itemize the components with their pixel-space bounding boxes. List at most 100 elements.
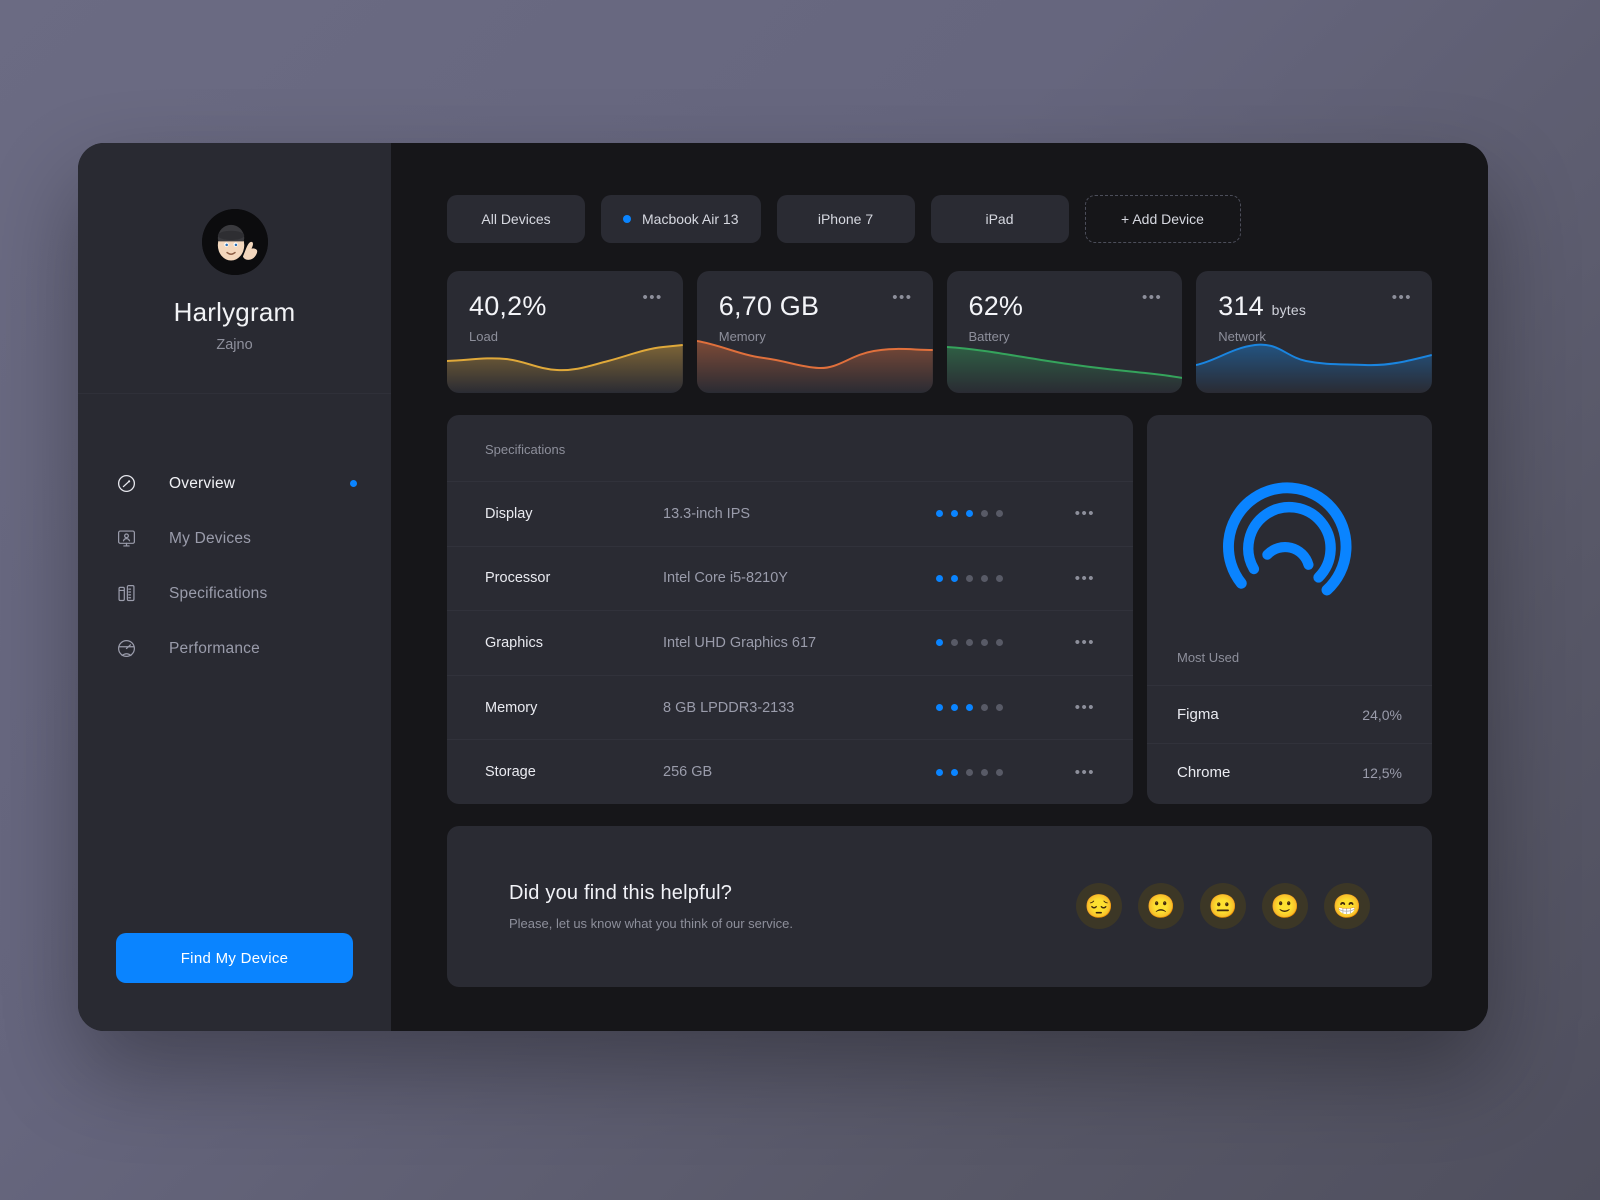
stat-label: Network [1218, 329, 1266, 344]
monitor-user-icon [116, 528, 137, 549]
add-device-button[interactable]: + Add Device [1084, 195, 1241, 243]
feedback-text: Did you find this helpful? Please, let u… [509, 882, 1076, 931]
middle-row: Specifications Display 13.3-inch IPS •••… [447, 415, 1432, 804]
app-name: Figma [1177, 706, 1219, 723]
beaming-face-icon[interactable]: 😁 [1324, 883, 1370, 930]
sidebar-item-label: Performance [169, 639, 260, 657]
spec-value: Intel UHD Graphics 617 [663, 634, 817, 651]
stat-cards: 40,2% Load ••• 6,70 GB Memory ••• 62% Ba… [447, 271, 1432, 393]
feedback-card: Did you find this helpful? Please, let u… [447, 825, 1432, 987]
card-menu-icon[interactable]: ••• [1142, 290, 1162, 305]
profile-block: Harlygram Zajno [78, 143, 391, 394]
avatar [201, 209, 268, 275]
stat-value: 6,70 GB [718, 291, 820, 321]
spec-name: Graphics [485, 634, 544, 651]
tab-ipad[interactable]: iPad [930, 195, 1069, 243]
rating-dots [935, 574, 1003, 582]
main-content: All Devices Macbook Air 13 iPhone 7 iPad… [391, 143, 1488, 1031]
app-percent: 24,0% [1362, 706, 1402, 723]
specifications-card: Specifications Display 13.3-inch IPS •••… [447, 415, 1133, 804]
tab-label: All Devices [481, 211, 551, 227]
stat-label: Load [469, 329, 498, 344]
tab-label: iPad [985, 211, 1014, 227]
row-menu-icon[interactable]: ••• [1075, 765, 1095, 780]
rating-dots [935, 639, 1003, 647]
tab-all-devices[interactable]: All Devices [447, 195, 585, 243]
card-menu-icon[interactable]: ••• [892, 290, 912, 305]
sidebar-item-performance[interactable]: Performance [78, 621, 391, 676]
spec-name: Processor [485, 570, 551, 587]
sidebar-item-label: My Devices [169, 529, 252, 547]
device-tabs: All Devices Macbook Air 13 iPhone 7 iPad… [447, 195, 1432, 243]
spec-value: Intel Core i5-8210Y [663, 570, 788, 587]
spec-name: Storage [485, 764, 536, 781]
stat-card-load: 40,2% Load ••• [447, 271, 683, 393]
stat-label: Memory [718, 329, 766, 344]
table-row[interactable]: Processor Intel Core i5-8210Y ••• [447, 545, 1133, 611]
feedback-subtitle: Please, let us know what you think of ou… [509, 915, 793, 931]
sidebar-item-label: Specifications [169, 584, 268, 602]
tab-macbook-air-13[interactable]: Macbook Air 13 [601, 195, 761, 243]
performance-icon [116, 638, 137, 659]
profile-org: Zajno [216, 337, 253, 353]
sidebar-nav: Overview My Devices Specifications Perfo… [78, 394, 391, 933]
tab-label: Macbook Air 13 [642, 211, 739, 227]
tab-label: iPhone 7 [817, 211, 874, 227]
list-item[interactable]: Figma 24,0% [1147, 685, 1432, 743]
find-my-device-button[interactable]: Find My Device [116, 933, 353, 983]
app-percent: 12,5% [1362, 764, 1402, 781]
app-window: Harlygram Zajno Overview My Devices Spec… [78, 143, 1488, 1031]
stat-number: 314 [1218, 291, 1264, 321]
sidebar-item-overview[interactable]: Overview [78, 456, 391, 511]
app-name: Chrome [1177, 764, 1231, 781]
row-menu-icon[interactable]: ••• [1075, 635, 1095, 650]
stat-value: 62% [968, 291, 1024, 321]
active-tab-dot [623, 215, 631, 223]
rating-dots [935, 704, 1003, 712]
row-menu-icon[interactable]: ••• [1075, 571, 1095, 586]
profile-name: Harlygram [173, 297, 296, 327]
stat-card-battery: 62% Battery ••• [946, 271, 1183, 393]
stat-card-memory: 6,70 GB Memory ••• [696, 271, 933, 393]
feedback-rating-buttons: 😔 🙁 😐 🙂 😁 [1076, 883, 1370, 930]
spec-bars-icon [116, 583, 137, 604]
pensive-face-icon[interactable]: 😔 [1076, 883, 1122, 930]
sidebar-footer: Find My Device [78, 933, 391, 1031]
specifications-title: Specifications [485, 442, 566, 457]
stat-card-network: 314 bytes Network ••• [1196, 271, 1432, 393]
list-item[interactable]: Chrome 12,5% [1147, 743, 1432, 801]
rating-dots [935, 510, 1003, 518]
spec-name: Memory [485, 699, 538, 716]
active-indicator-dot [350, 480, 357, 487]
table-row[interactable]: Graphics Intel UHD Graphics 617 ••• [447, 610, 1133, 675]
card-menu-icon[interactable]: ••• [642, 290, 662, 305]
row-menu-icon[interactable]: ••• [1075, 700, 1095, 715]
radial-arcs-gauge-icon [1147, 445, 1432, 650]
spec-value: 8 GB LPDDR3-2133 [663, 699, 795, 716]
row-menu-icon[interactable]: ••• [1075, 506, 1095, 521]
most-used-title: Most Used [1177, 650, 1240, 665]
sidebar-item-specifications[interactable]: Specifications [78, 566, 391, 621]
table-row[interactable]: Display 13.3-inch IPS ••• [447, 481, 1133, 546]
neutral-face-icon[interactable]: 😐 [1200, 883, 1246, 930]
spec-value: 13.3-inch IPS [663, 505, 751, 522]
sidebar-item-my-devices[interactable]: My Devices [78, 511, 391, 566]
rating-dots [935, 768, 1003, 776]
stat-unit: bytes [1271, 302, 1307, 318]
sidebar: Harlygram Zajno Overview My Devices Spec… [78, 143, 391, 1031]
feedback-title: Did you find this helpful? [509, 881, 733, 904]
sidebar-item-label: Overview [169, 474, 236, 492]
card-menu-icon[interactable]: ••• [1392, 290, 1412, 305]
stat-value: 40,2% [469, 291, 547, 321]
stat-label: Battery [968, 329, 1010, 344]
table-row[interactable]: Memory 8 GB LPDDR3-2133 ••• [447, 674, 1133, 740]
table-row[interactable]: Storage 256 GB ••• [447, 739, 1133, 804]
speedometer-icon [116, 473, 137, 494]
add-device-label: + Add Device [1121, 211, 1204, 227]
stat-value: 314 bytes [1218, 291, 1410, 322]
slightly-frowning-face-icon[interactable]: 🙁 [1138, 883, 1184, 930]
tab-iphone-7[interactable]: iPhone 7 [776, 195, 915, 243]
slightly-smiling-face-icon[interactable]: 🙂 [1262, 883, 1308, 930]
spec-name: Display [485, 505, 533, 522]
spec-value: 256 GB [663, 764, 713, 781]
